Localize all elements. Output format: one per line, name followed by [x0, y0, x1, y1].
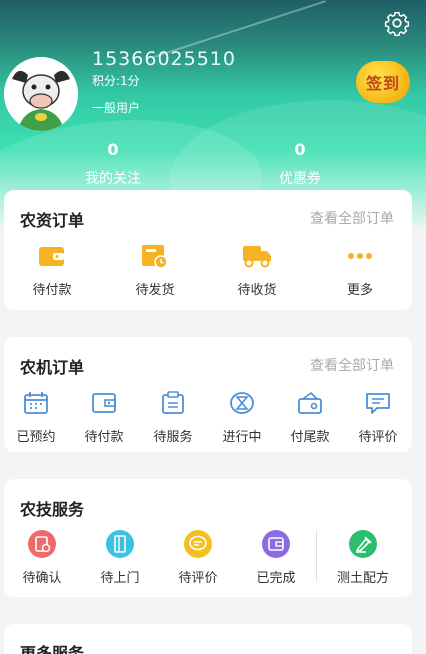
item-label: 付尾款: [290, 430, 330, 445]
tech-pending-visit[interactable]: 待上门: [92, 530, 148, 586]
tech-soil-test[interactable]: 测土配方: [328, 530, 398, 586]
user-phone: 15366025510: [92, 48, 236, 70]
more-services-card: 更多服务: [4, 624, 412, 654]
following-label: 我的关注: [85, 171, 141, 187]
sign-in-button[interactable]: 签到: [356, 61, 410, 103]
item-label: 测土配方: [336, 571, 389, 586]
machinery-pending-payment[interactable]: 待付款: [76, 389, 132, 445]
supplies-orders-card: 农资订单 查看全部订单 待付款 待发货 待收货 更多: [4, 190, 412, 310]
item-label: 待评价: [358, 430, 398, 445]
divider: [316, 531, 317, 581]
card-title: 更多服务: [20, 644, 85, 654]
machinery-orders-card: 农机订单 查看全部订单 已预约 待付款 待服务 进行中 付尾款 待评价: [4, 337, 412, 452]
coupon-label: 优惠券: [279, 171, 321, 187]
gear-icon[interactable]: [384, 10, 410, 36]
machinery-in-progress[interactable]: 进行中: [214, 389, 270, 445]
view-all-orders-link[interactable]: 查看全部订单: [310, 355, 394, 375]
supplies-pending-shipment[interactable]: 待发货: [131, 242, 179, 298]
item-label: 待确认: [22, 571, 62, 586]
item-label: 已完成: [256, 571, 296, 586]
clipboard-icon: [162, 391, 184, 414]
wallet-icon: [92, 393, 116, 413]
user-role: 一般用户: [92, 101, 141, 115]
avatar[interactable]: [4, 57, 78, 131]
coupon-count: 0: [294, 140, 306, 159]
item-label: 待付款: [32, 283, 72, 298]
item-label: 待上门: [100, 571, 140, 586]
wallet-icon: [39, 247, 64, 266]
item-label: 待发货: [135, 283, 175, 298]
item-label: 待评价: [178, 571, 218, 586]
purse-icon: [298, 391, 322, 414]
shipping-box-icon: [142, 245, 168, 269]
hourglass-icon: [230, 392, 254, 414]
card-title: 农资订单: [20, 211, 85, 230]
machinery-pending-service[interactable]: 待服务: [145, 389, 201, 445]
card-title: 农技服务: [20, 500, 85, 519]
machinery-pending-review[interactable]: 待评价: [350, 389, 406, 445]
card-title: 农机订单: [20, 358, 85, 377]
confirm-icon: [28, 530, 56, 558]
coupon-stat[interactable]: 0 优惠券: [240, 140, 360, 188]
item-label: 已预约: [16, 430, 56, 445]
tech-completed[interactable]: 已完成: [248, 530, 304, 586]
item-label: 进行中: [222, 430, 262, 445]
supplies-pending-receipt[interactable]: 待收货: [233, 242, 281, 298]
view-all-orders-link[interactable]: 查看全部订单: [310, 208, 394, 228]
tech-services-card: 农技服务 待确认 待上门 待评价 已完成 测土配方: [4, 479, 412, 597]
calendar-icon: [24, 392, 48, 414]
more-dots-icon: [348, 253, 372, 259]
supplies-pending-payment[interactable]: 待付款: [28, 242, 76, 298]
truck-icon: [243, 246, 271, 268]
buffalo-mascot-icon: [4, 57, 78, 131]
item-label: 待服务: [153, 430, 193, 445]
tech-pending-review[interactable]: 待评价: [170, 530, 226, 586]
machinery-final-payment[interactable]: 付尾款: [282, 389, 338, 445]
comment-icon: [184, 530, 212, 558]
supplies-more[interactable]: 更多: [336, 242, 384, 298]
soil-test-icon: [349, 530, 377, 558]
tech-pending-confirm[interactable]: 待确认: [14, 530, 70, 586]
following-stat[interactable]: 0 我的关注: [53, 140, 173, 188]
item-label: 待收货: [237, 283, 277, 298]
item-label: 更多: [346, 283, 373, 298]
door-icon: [106, 530, 134, 558]
comment-icon: [366, 393, 390, 414]
item-label: 待付款: [84, 430, 124, 445]
wallet-icon: [262, 530, 290, 558]
user-points: 积分:1分: [92, 74, 140, 88]
machinery-booked[interactable]: 已预约: [8, 389, 64, 445]
following-count: 0: [107, 140, 119, 159]
